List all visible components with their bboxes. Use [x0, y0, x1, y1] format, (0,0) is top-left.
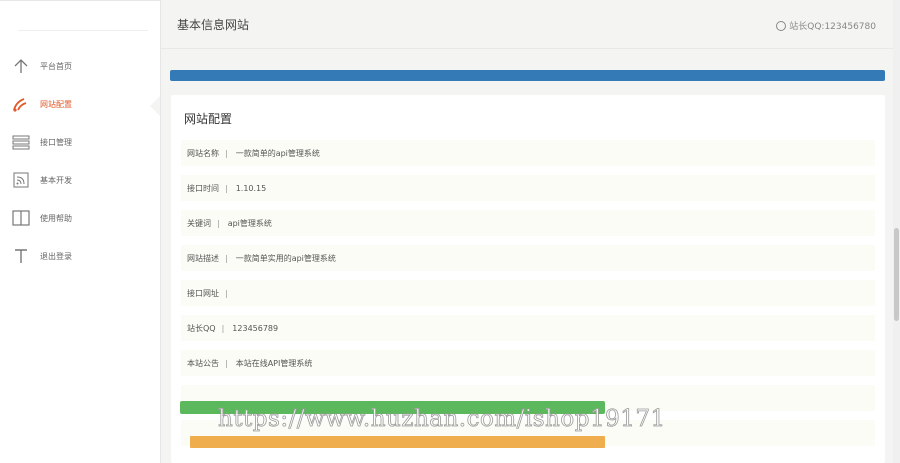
config-value: 1.10.15	[235, 183, 267, 193]
sidebar-item-label: 网站配置	[40, 99, 72, 109]
sidebar-item-label: 基本开发	[40, 175, 72, 185]
config-value: 一款简单实用的api管理系统	[235, 253, 336, 263]
config-value: api管理系统	[227, 218, 272, 228]
scrollbar[interactable]	[893, 0, 900, 463]
warning-progress-bar	[190, 436, 605, 448]
config-value: 123456789	[232, 323, 279, 333]
arrow-up-icon	[11, 56, 31, 76]
sidebar-item-dev[interactable]: 基本开发	[0, 162, 160, 198]
list-icon	[11, 132, 31, 152]
config-key: 接口网址	[187, 288, 219, 298]
config-row: 接口网址 |	[181, 280, 875, 306]
config-row: 接口时间 | 1.10.15	[181, 175, 875, 201]
row-separator: |	[225, 288, 228, 298]
rss-feed-icon	[11, 94, 31, 114]
config-row: 网站描述 | 一款简单实用的api管理系统	[181, 245, 875, 271]
page-header: 基本信息网站 站长QQ:123456780	[161, 0, 900, 49]
row-separator: |	[217, 218, 220, 228]
qq-icon	[776, 20, 787, 31]
sidebar-item-label: 平台首页	[40, 61, 72, 71]
config-key: 网站名称	[187, 148, 219, 158]
row-separator: |	[221, 323, 225, 333]
config-key: 关键词	[187, 218, 211, 228]
sidebar-item-label: 使用帮助	[40, 213, 72, 223]
sidebar-item-label: 接口管理	[40, 137, 72, 147]
config-row: 站长QQ | 123456789	[181, 315, 875, 341]
contact-text: 站长QQ:123456780	[789, 22, 876, 32]
config-key: 网站描述	[187, 253, 219, 263]
config-row: 网站名称 | 一款简单的api管理系统	[181, 140, 875, 166]
primary-progress-bar	[170, 70, 885, 81]
panel-title: 网站配置	[184, 112, 233, 126]
sidebar-item-api[interactable]: 接口管理	[0, 124, 160, 160]
active-indicator	[150, 96, 160, 116]
sidebar-item-logout[interactable]: 退出登录	[0, 238, 160, 274]
scrollbar-thumb[interactable]	[894, 228, 899, 321]
config-key: 接口时间	[187, 183, 219, 193]
config-value: 一款简单的api管理系统	[235, 148, 320, 158]
sidebar-top-line	[0, 0, 160, 1]
sidebar-item-label: 退出登录	[40, 251, 72, 261]
sidebar-item-site-config[interactable]: 网站配置	[0, 86, 160, 122]
row-separator: |	[225, 148, 228, 158]
config-key: 本站公告	[187, 358, 219, 368]
row-separator: |	[225, 183, 228, 193]
watermark: https://www.huzhan.com/ishop19171	[218, 406, 666, 433]
row-separator: |	[225, 358, 228, 368]
rss-icon	[11, 170, 31, 190]
config-value: 本站在线API管理系统	[235, 358, 313, 368]
text-icon	[11, 246, 31, 266]
sidebar: 平台首页 网站配置 接口管理 基本开发 使用帮助 退出登录	[0, 0, 161, 463]
book-icon	[11, 208, 31, 228]
contact-info: 站长QQ:123456780	[776, 19, 876, 32]
sidebar-item-home[interactable]: 平台首页	[0, 48, 160, 84]
config-row: 关键词 | api管理系统	[181, 210, 875, 236]
row-separator: |	[225, 253, 228, 263]
config-key: 站长QQ	[187, 323, 216, 333]
sidebar-divider	[18, 30, 148, 31]
sidebar-item-help[interactable]: 使用帮助	[0, 200, 160, 236]
config-row: 本站公告 | 本站在线API管理系统	[181, 350, 875, 376]
page-title: 基本信息网站	[177, 18, 250, 32]
